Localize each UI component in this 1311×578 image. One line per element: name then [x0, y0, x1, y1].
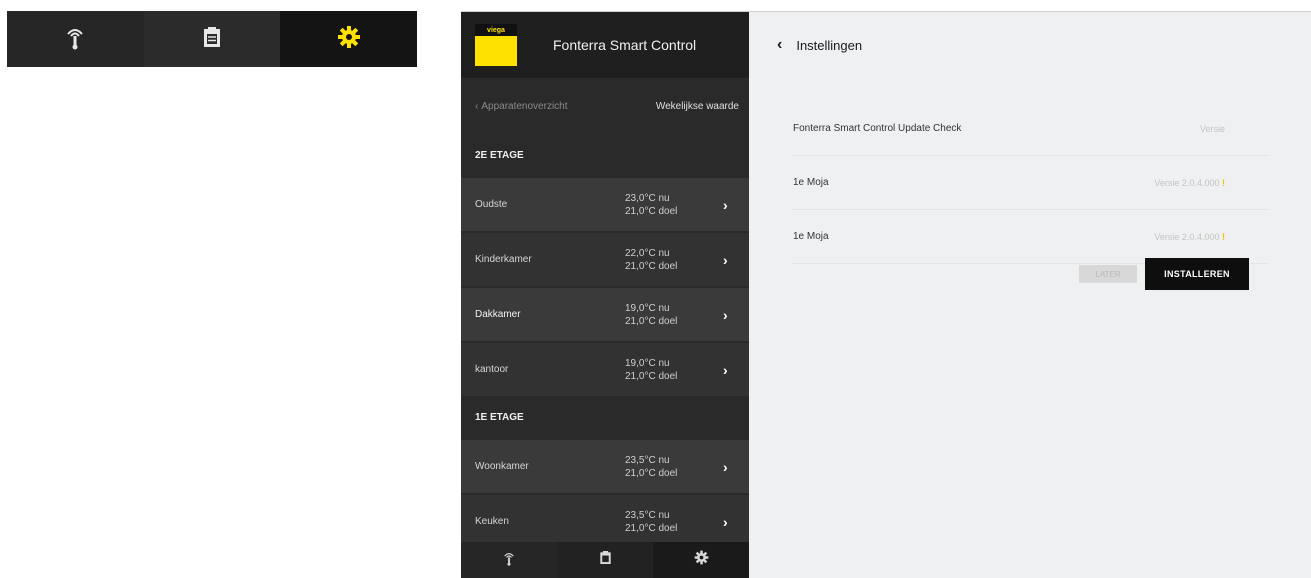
- room-temps: 23,5°C nu 21,0°C doel: [625, 454, 715, 480]
- bottom-tab-bar: [461, 542, 749, 578]
- room-name: Oudste: [475, 199, 508, 210]
- chevron-right-icon: ›: [723, 458, 728, 475]
- target-temp: 21,0°C doel: [625, 315, 678, 327]
- back-label: Apparatenoverzicht: [481, 100, 568, 112]
- room-nav-bar: ‹ Apparatenoverzicht Wekelijkse waarde: [461, 78, 749, 134]
- back-to-overview-link[interactable]: ‹ Apparatenoverzicht: [475, 101, 568, 112]
- room-row[interactable]: Oudste 23,0°C nu 21,0°C doel ›: [461, 178, 749, 231]
- page-title: Instellingen: [796, 37, 863, 53]
- settings-panel: ‹ Instellingen Fonterra Smart Control Up…: [749, 12, 1311, 578]
- gear-icon: [337, 25, 361, 54]
- settings-row[interactable]: 1e Moja Versie 2.0.4.000 !: [793, 210, 1269, 264]
- current-temp: 23,0°C nu: [625, 192, 670, 204]
- target-temp: 21,0°C doel: [625, 205, 678, 217]
- current-temp: 19,0°C nu: [625, 302, 670, 314]
- chevron-right-icon: ›: [723, 513, 728, 530]
- room-name: Woonkamer: [475, 461, 529, 472]
- chevron-right-icon: ›: [723, 306, 728, 323]
- settings-header: ‹ Instellingen: [749, 12, 1311, 78]
- current-temp: 23,5°C nu: [625, 454, 670, 466]
- setting-label: 1e Moja: [793, 231, 829, 242]
- thermometer-icon: [64, 24, 86, 55]
- tab-bar-zoomed: [7, 11, 418, 67]
- room-row[interactable]: Woonkamer 23,5°C nu 21,0°C doel ›: [461, 440, 749, 493]
- viega-logo: viega: [475, 24, 517, 66]
- current-temp: 22,0°C nu: [625, 247, 670, 259]
- install-button[interactable]: INSTALLEREN: [1145, 258, 1249, 290]
- version-text: Versie 2.0.4.000: [1154, 231, 1220, 242]
- chevron-right-icon: ›: [723, 251, 728, 268]
- target-temp: 21,0°C doel: [625, 370, 678, 382]
- tab-clipboard[interactable]: [557, 542, 653, 578]
- room-temps: 19,0°C nu 21,0°C doel: [625, 302, 715, 328]
- room-row[interactable]: Kinderkamer 22,0°C nu 21,0°C doel ›: [461, 233, 749, 286]
- chevron-left-icon: ‹: [475, 100, 479, 112]
- app-title: Fonterra Smart Control: [553, 37, 697, 53]
- floor-header: 1E ETAGE: [461, 396, 749, 438]
- room-name: kantoor: [475, 364, 509, 375]
- target-temp: 21,0°C doel: [625, 260, 678, 272]
- settings-row[interactable]: Fonterra Smart Control Update Check Vers…: [793, 102, 1269, 156]
- warning-icon: !: [1222, 231, 1225, 242]
- settings-list: Fonterra Smart Control Update Check Vers…: [793, 102, 1269, 264]
- current-temp: 19,0°C nu: [625, 357, 670, 369]
- later-button[interactable]: LATER: [1079, 265, 1137, 283]
- version-text: Versie 2.0.4.000: [1154, 177, 1220, 188]
- room-temps: 22,0°C nu 21,0°C doel: [625, 247, 715, 273]
- setting-label: Fonterra Smart Control Update Check: [793, 123, 962, 134]
- room-temps: 19,0°C nu 21,0°C doel: [625, 357, 715, 383]
- setting-value: Versie 2.0.4.000 !: [1154, 232, 1225, 242]
- tab-clipboard[interactable]: [143, 11, 281, 67]
- setting-value: Versie: [1199, 123, 1225, 134]
- tab-settings[interactable]: [653, 542, 749, 578]
- room-list-panel: viega Fonterra Smart Control ‹ Apparaten…: [461, 12, 749, 578]
- settings-row[interactable]: 1e Moja Versie 2.0.4.000 !: [793, 156, 1269, 210]
- chevron-right-icon: ›: [723, 361, 728, 378]
- logo-text: viega: [487, 26, 505, 34]
- update-actions: LATER INSTALLEREN: [1079, 258, 1249, 290]
- room-temps: 23,5°C nu 21,0°C doel: [625, 509, 715, 535]
- setting-value: Versie 2.0.4.000 !: [1154, 178, 1225, 188]
- app-header: viega Fonterra Smart Control: [461, 12, 749, 78]
- setting-label: 1e Moja: [793, 177, 829, 188]
- target-temp: 21,0°C doel: [625, 467, 678, 479]
- room-name: Kinderkamer: [475, 254, 532, 265]
- room-row[interactable]: Keuken 23,5°C nu 21,0°C doel ›: [461, 495, 749, 548]
- warning-icon: !: [1222, 177, 1225, 188]
- tab-settings[interactable]: [280, 11, 418, 67]
- room-row[interactable]: Dakkamer 19,0°C nu 21,0°C doel ›: [461, 288, 749, 341]
- floor-header: 2E ETAGE: [461, 134, 749, 176]
- current-temp: 23,5°C nu: [625, 509, 670, 521]
- room-name: Dakkamer: [475, 309, 521, 320]
- room-temps: 23,0°C nu 21,0°C doel: [625, 192, 715, 218]
- gear-icon: [694, 550, 709, 570]
- app-window: viega Fonterra Smart Control ‹ Apparaten…: [461, 11, 1311, 578]
- clipboard-icon: [202, 26, 222, 53]
- chevron-right-icon: ›: [723, 196, 728, 213]
- weekly-values-link[interactable]: Wekelijkse waarde: [656, 101, 739, 112]
- back-chevron-icon[interactable]: ‹: [777, 36, 782, 54]
- tab-thermometer[interactable]: [461, 542, 557, 578]
- tab-thermometer[interactable]: [7, 11, 144, 67]
- room-row[interactable]: kantoor 19,0°C nu 21,0°C doel ›: [461, 343, 749, 396]
- clipboard-icon: [599, 550, 612, 570]
- target-temp: 21,0°C doel: [625, 522, 678, 534]
- thermometer-icon: [502, 550, 516, 571]
- room-name: Keuken: [475, 516, 509, 527]
